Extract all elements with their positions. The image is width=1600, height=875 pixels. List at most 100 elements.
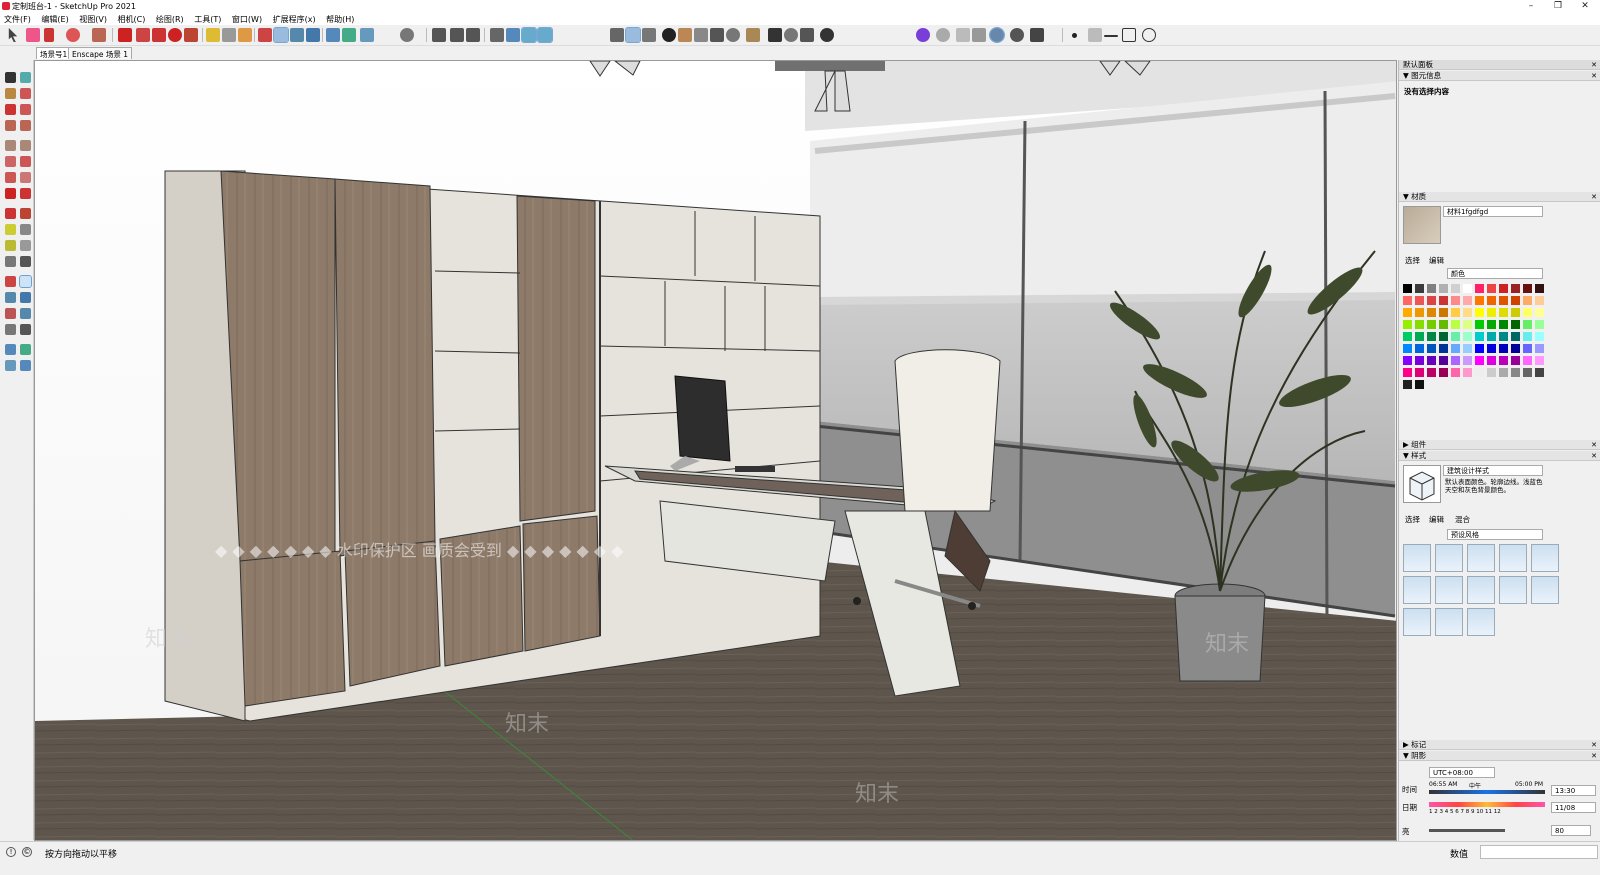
scale-icon[interactable] [184,28,198,42]
tool-icon[interactable] [20,188,31,199]
tool-icon[interactable] [20,208,31,219]
color-swatch[interactable] [1427,356,1436,365]
color-swatch[interactable] [1511,332,1520,341]
components-icon[interactable] [642,28,656,42]
settings-icon[interactable] [1010,28,1024,42]
styles-tab-mix[interactable]: 混合 [1455,514,1470,525]
color-swatch[interactable] [1499,356,1508,365]
color-swatch[interactable] [1403,356,1412,365]
tool-icon[interactable] [5,292,16,303]
color-swatch[interactable] [1535,344,1544,353]
color-swatch[interactable] [1463,368,1472,377]
rectangle-tool-icon[interactable] [92,28,106,42]
color-swatch[interactable] [1487,344,1496,353]
xray-icon[interactable] [506,28,520,42]
sync-icon[interactable] [989,27,1005,43]
color-swatch[interactable] [1511,344,1520,353]
color-swatch[interactable] [1403,368,1412,377]
color-swatch[interactable] [1499,296,1508,305]
color-swatch[interactable] [1535,320,1544,329]
hide-icon[interactable] [1142,28,1156,42]
style-thumbnail[interactable] [1467,576,1495,604]
color-swatch[interactable] [1535,332,1544,341]
menu-camera[interactable]: 相机(C) [114,13,150,25]
sandbox-icon[interactable] [694,28,708,42]
color-swatch[interactable] [1439,320,1448,329]
video-icon[interactable] [956,28,970,42]
scene-tab-1[interactable]: 场景号1 [36,47,72,59]
color-swatch[interactable] [1535,368,1544,377]
tool-icon[interactable] [5,188,16,199]
color-swatch[interactable] [1451,344,1460,353]
color-swatch[interactable] [1403,380,1412,389]
color-swatch[interactable] [1523,296,1532,305]
menu-window[interactable]: 窗口(W) [228,13,266,25]
style-thumbnail[interactable] [1467,544,1495,572]
color-swatch[interactable] [1427,320,1436,329]
color-swatch[interactable] [1415,320,1424,329]
rotate-icon[interactable] [152,28,166,42]
color-swatch[interactable] [1523,284,1532,293]
color-swatch[interactable] [1463,296,1472,305]
color-swatch[interactable] [1535,356,1544,365]
color-swatch[interactable] [1475,332,1484,341]
section-plane-icon[interactable] [326,28,340,42]
color-swatch[interactable] [1415,332,1424,341]
color-swatch[interactable] [1439,344,1448,353]
styles-title[interactable]: ▼ 样式 ✕ [1399,451,1600,461]
tool-icon[interactable] [5,240,16,251]
menu-view[interactable]: 视图(V) [75,13,111,25]
menu-file[interactable]: 文件(F) [0,13,35,25]
date-value-field[interactable]: 11/08 [1551,802,1596,813]
tool-icon[interactable] [5,256,16,267]
top-view-icon[interactable] [450,28,464,42]
color-swatch[interactable] [1499,284,1508,293]
date-slider[interactable] [1429,802,1545,807]
tool-icon[interactable] [5,140,16,151]
eraser-icon[interactable] [26,28,40,42]
color-swatch[interactable] [1403,308,1412,317]
tool-icon[interactable] [5,104,16,115]
tool-icon[interactable] [5,360,16,371]
materials-close-icon[interactable]: ✕ [1591,192,1597,202]
solid-tools-icon[interactable] [678,28,692,42]
cloud-icon[interactable] [726,28,740,42]
color-swatch[interactable] [1499,308,1508,317]
color-swatch[interactable] [1487,284,1496,293]
account-icon[interactable] [400,28,414,42]
square-outline-icon[interactable] [1122,28,1136,42]
color-swatch[interactable] [1475,356,1484,365]
tool-icon[interactable] [20,324,31,335]
styles-tab-select[interactable]: 选择 [1405,514,1420,525]
color-swatch[interactable] [1439,308,1448,317]
color-swatch[interactable] [1403,320,1412,329]
color-swatch[interactable] [1415,344,1424,353]
style-thumbnail[interactable] [1499,544,1527,572]
entity-info-close-icon[interactable]: ✕ [1591,71,1597,81]
color-swatch[interactable] [1475,308,1484,317]
color-swatch[interactable] [1487,296,1496,305]
menu-tools[interactable]: 工具(T) [190,13,225,25]
color-swatch[interactable] [1415,308,1424,317]
style-preview[interactable] [1403,465,1441,503]
color-swatch[interactable] [1439,332,1448,341]
tool-icon[interactable] [19,275,32,288]
pan-icon[interactable] [273,27,289,43]
standard-views-icon[interactable] [432,28,446,42]
menu-draw[interactable]: 绘图(R) [152,13,188,25]
profile-icon[interactable] [820,28,834,42]
materials-tab-edit[interactable]: 编辑 [1429,255,1444,266]
color-swatch[interactable] [1523,368,1532,377]
color-swatch[interactable] [1487,368,1496,377]
color-swatch[interactable] [1427,368,1436,377]
color-swatch[interactable] [1499,320,1508,329]
material-name-field[interactable]: 材料1fgdfgd [1443,206,1543,217]
color-swatch[interactable] [1415,380,1424,389]
credits-icon[interactable]: © [22,847,32,857]
color-swatch[interactable] [1403,344,1412,353]
front-view-icon[interactable] [466,28,480,42]
tool-icon[interactable] [5,344,16,355]
light-value-field[interactable]: 80 [1551,825,1591,836]
timezone-select[interactable]: UTC+08:00 [1429,767,1495,778]
entity-info-title[interactable]: ▼ 图元信息 ✕ [1399,71,1600,81]
